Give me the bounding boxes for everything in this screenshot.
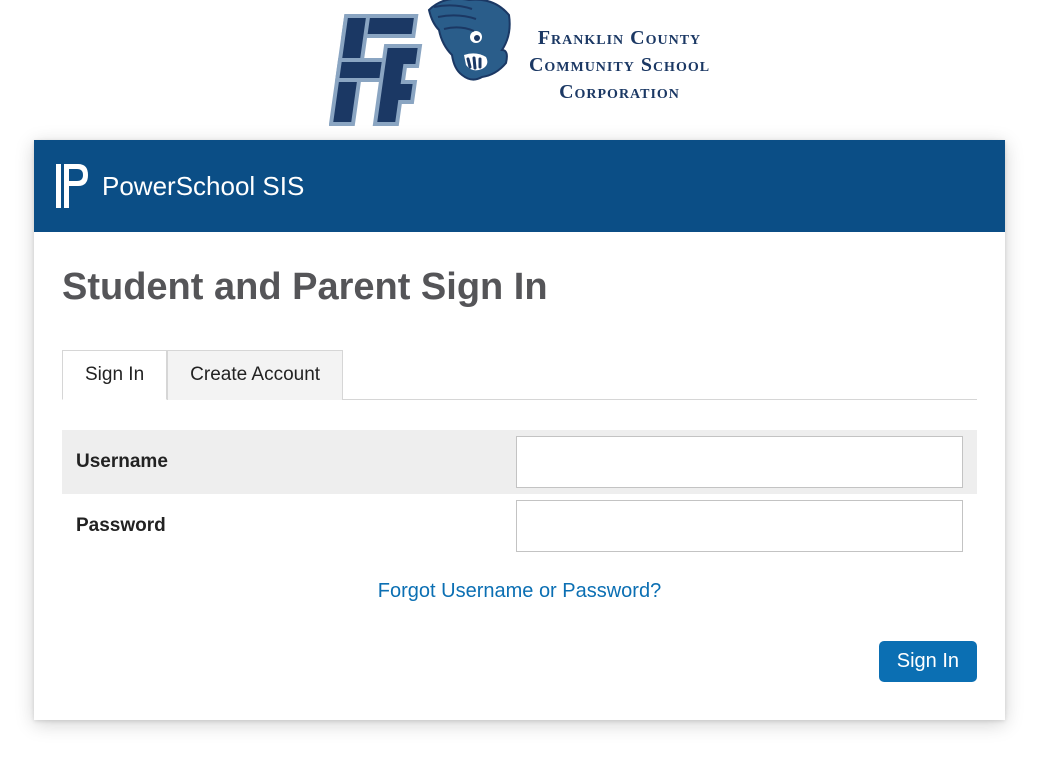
product-header: PowerSchool SIS [34, 140, 1005, 232]
signin-button[interactable]: Sign In [879, 641, 977, 682]
school-logo [329, 0, 509, 130]
password-label: Password [76, 515, 516, 537]
password-input[interactable] [516, 500, 963, 552]
org-logo-area: Franklin County Community School Corpora… [0, 0, 1039, 140]
school-name-line2: Community School [529, 52, 710, 79]
tab-bar: Sign In Create Account [62, 349, 977, 400]
powerschool-logo-icon [56, 164, 88, 208]
username-row: Username [62, 430, 977, 494]
fc-monogram-icon [329, 10, 439, 130]
signin-card: PowerSchool SIS Student and Parent Sign … [34, 140, 1005, 720]
mascot-icon [424, 0, 514, 95]
forgot-link[interactable]: Forgot Username or Password? [378, 580, 661, 602]
tab-signin[interactable]: Sign In [62, 350, 167, 400]
password-row: Password [62, 494, 977, 558]
tab-create-account[interactable]: Create Account [167, 350, 343, 400]
forgot-row: Forgot Username or Password? [62, 558, 977, 613]
button-row: Sign In [62, 613, 977, 692]
username-label: Username [76, 451, 516, 473]
school-name-line3: Corporation [529, 79, 710, 106]
school-name-line1: Franklin County [529, 25, 710, 52]
school-name: Franklin County Community School Corpora… [529, 25, 710, 106]
product-title: PowerSchool SIS [102, 171, 304, 202]
content-area: Student and Parent Sign In Sign In Creat… [34, 232, 1005, 720]
page-title: Student and Parent Sign In [62, 266, 977, 309]
username-input[interactable] [516, 436, 963, 488]
signin-form: Username Password Forgot Username or Pas… [62, 400, 977, 692]
